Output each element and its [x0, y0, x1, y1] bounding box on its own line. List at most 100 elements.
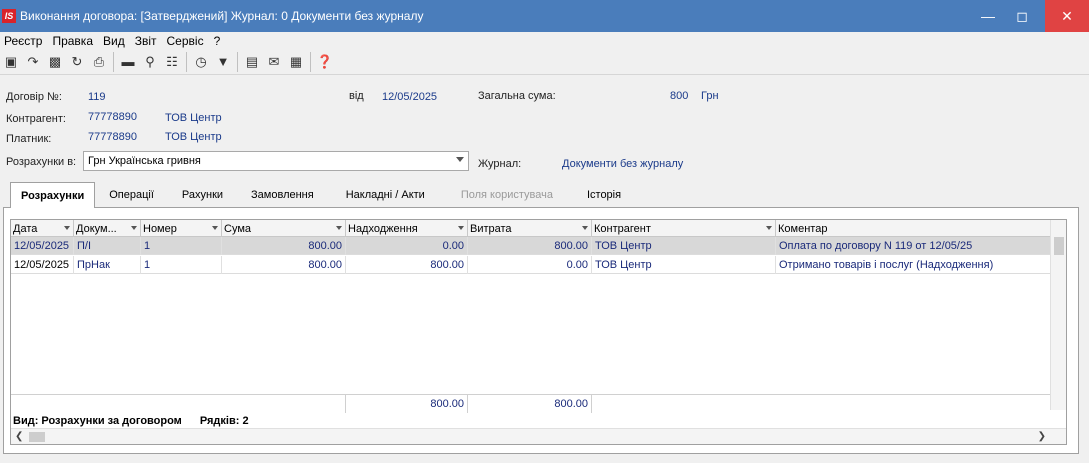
cell-number: 1	[141, 256, 222, 274]
settlement-currency-select[interactable]: Грн Українська гривня	[83, 151, 469, 171]
payer-code: 77778890	[88, 131, 137, 143]
minimize-button[interactable]: —	[971, 0, 1005, 32]
toolbar-separator	[310, 51, 311, 72]
clock-icon[interactable]: ◷	[190, 51, 212, 73]
cell-number: 1	[141, 237, 222, 255]
toolbar-separator	[237, 51, 238, 72]
tab-orders[interactable]: Замовлення	[237, 182, 328, 208]
toolbar-separator	[186, 51, 187, 72]
contractor-name[interactable]: ТОВ Центр	[165, 112, 222, 124]
settlement-label: Розрахунки в:	[6, 156, 77, 168]
status-view: Вид: Розрахунки за договором	[13, 415, 182, 427]
total-value: 800	[670, 90, 689, 102]
mail-icon[interactable]: ✉	[263, 51, 285, 73]
print-icon[interactable]: ⎙	[88, 51, 110, 73]
refresh-icon[interactable]: ↻	[66, 51, 88, 73]
cell-contractor: ТОВ Центр	[592, 237, 776, 255]
total-income: 800.00	[346, 395, 468, 413]
cell-contractor: ТОВ Центр	[592, 256, 776, 274]
menu-registry[interactable]: Реєстр	[0, 34, 48, 48]
payer-name[interactable]: ТОВ Центр	[165, 131, 222, 143]
column-label: Надходження	[348, 222, 418, 235]
find-icon[interactable]: ⚲	[139, 51, 161, 73]
column-label: Докум...	[76, 222, 117, 235]
table-row[interactable]: 12/05/2025 ПрНак 1 800.00 800.00 0.00 ТО…	[11, 256, 1051, 274]
sort-icon[interactable]	[336, 226, 342, 230]
column-sum[interactable]: Сума	[222, 220, 346, 237]
tab-operations[interactable]: Операції	[95, 182, 168, 208]
maximize-button[interactable]: ◻	[1005, 0, 1039, 32]
journal-value: Документи без журналу	[562, 158, 684, 170]
sort-icon[interactable]	[458, 226, 464, 230]
tab-bar: Розрахунки Операції Рахунки Замовлення Н…	[10, 182, 637, 208]
column-expense[interactable]: Витрата	[468, 220, 592, 237]
cell-sum: 800.00	[222, 237, 346, 255]
cell-comment: Оплата по договору N 119 от 12/05/25	[779, 240, 973, 252]
duplicate-icon[interactable]: ▩	[44, 51, 66, 73]
column-label: Витрата	[470, 222, 512, 235]
horizontal-scrollbar[interactable]: ❮ ❯	[11, 428, 1066, 444]
cell-doc: П/І	[74, 237, 141, 255]
scroll-thumb[interactable]	[1054, 237, 1064, 255]
menu-service[interactable]: Сервіс	[163, 34, 210, 48]
table-row[interactable]: 12/05/2025 П/І 1 800.00 0.00 800.00 ТОВ …	[11, 237, 1051, 255]
totals-row: 800.00 800.00	[11, 394, 1051, 413]
scroll-thumb[interactable]	[29, 432, 45, 442]
grid-header: Дата Докум... Номер Сума Надходження Вит…	[11, 220, 1051, 237]
column-label: Коментар	[778, 222, 828, 235]
menu-report[interactable]: Звіт	[131, 34, 163, 48]
contractor-label: Контрагент:	[6, 113, 66, 125]
menu-view[interactable]: Вид	[99, 34, 131, 48]
date-label: від	[349, 90, 364, 102]
menu-help[interactable]: ?	[210, 34, 227, 48]
paste-icon[interactable]: ↷	[22, 51, 44, 73]
cell-expense: 0.00	[468, 256, 592, 274]
sort-icon[interactable]	[131, 226, 137, 230]
tab-user-fields: Поля користувача	[460, 189, 553, 201]
filter-icon[interactable]: ▼	[212, 51, 234, 73]
vertical-scrollbar[interactable]	[1050, 220, 1066, 410]
menu-edit[interactable]: Правка	[48, 34, 99, 48]
sort-icon[interactable]	[212, 226, 218, 230]
chevron-left-icon[interactable]: ❮	[15, 431, 23, 442]
sort-icon[interactable]	[582, 226, 588, 230]
copy-icon[interactable]: ▣	[0, 51, 22, 73]
chevron-right-icon[interactable]: ❯	[1038, 431, 1046, 442]
tab-invoices[interactable]: Рахунки	[168, 182, 237, 208]
tab-settlements[interactable]: Розрахунки	[10, 182, 96, 208]
column-contractor[interactable]: Контрагент	[592, 220, 776, 237]
chevron-down-icon[interactable]	[456, 157, 464, 162]
cell-comment: Отримано товарів і послуг (Надходження)	[779, 259, 994, 271]
settlement-currency-value: Грн Українська гривня	[88, 155, 201, 167]
total-label: Загальна сума:	[478, 90, 556, 102]
monitor-icon[interactable]: ▬	[117, 51, 139, 73]
title-bar: IS Виконання договора: [Затверджений] Жу…	[0, 0, 1089, 32]
cell-expense: 800.00	[468, 237, 592, 255]
cell-sum: 800.00	[222, 256, 346, 274]
document-icon[interactable]: ▤	[241, 51, 263, 73]
help-icon[interactable]: ❓	[314, 51, 336, 73]
column-label: Контрагент	[594, 222, 651, 235]
menu-bar: Реєстр Правка Вид Звіт Сервіс ?	[0, 32, 1089, 49]
column-label: Дата	[13, 222, 38, 235]
cell-income: 0.00	[346, 237, 468, 255]
sort-icon[interactable]	[64, 226, 70, 230]
contract-label: Договір №:	[6, 91, 62, 103]
tab-history[interactable]: Історія	[571, 182, 637, 208]
journal-label: Журнал:	[478, 158, 522, 170]
window-title: Виконання договора: [Затверджений] Журна…	[20, 9, 424, 23]
sort-icon[interactable]	[766, 226, 772, 230]
column-doc[interactable]: Докум...	[74, 220, 141, 237]
close-button[interactable]: ✕	[1045, 0, 1089, 32]
column-date[interactable]: Дата	[11, 220, 74, 237]
tab-waybills[interactable]: Накладні / Акти	[328, 182, 443, 208]
column-income[interactable]: Надходження	[346, 220, 468, 237]
payer-label: Платник:	[6, 133, 52, 145]
column-number[interactable]: Номер	[141, 220, 222, 237]
tree-icon[interactable]: ☷	[161, 51, 183, 73]
cell-income: 800.00	[346, 256, 468, 274]
currency-label: Грн	[701, 90, 719, 102]
barcode-icon[interactable]: ▦	[285, 51, 307, 73]
toolbar: ▣ ↷ ▩ ↻ ⎙ ▬ ⚲ ☷ ◷ ▼ ▤ ✉ ▦ ❓	[0, 49, 1089, 75]
column-comment[interactable]: Коментар	[776, 220, 1051, 237]
